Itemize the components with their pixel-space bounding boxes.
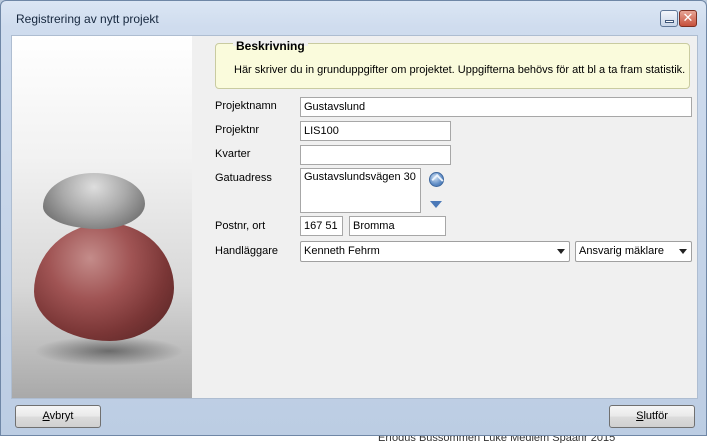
cancel-mnemonic: A [42,410,50,422]
postnr-ort-label: Postnr, ort [215,220,266,232]
red-stone [34,223,174,341]
ort-input[interactable]: Bromma [349,216,446,236]
chevron-down-icon [679,249,687,254]
description-title: Beskrivning [233,39,308,53]
postnr-input[interactable]: 167 51 [300,216,343,236]
finish-label: lutför [643,410,668,422]
address-expand-icon[interactable] [430,201,442,208]
grey-stone [43,173,145,229]
role-select[interactable]: Ansvarig mäklare [575,241,692,262]
handlaggare-select[interactable]: Kenneth Fehrm [300,241,570,262]
minimize-icon [664,20,674,23]
description-box: Beskrivning Här skriver du in grunduppgi… [215,39,690,89]
role-value: Ansvarig mäklare [579,245,664,257]
description-text: Här skriver du in grunduppgifter om proj… [234,64,686,76]
projektnamn-input[interactable]: Gustavslund [300,97,692,117]
gatuadress-label: Gatuadress [215,172,272,184]
stones-image [12,36,192,398]
dialog-window: Registrering av nytt projekt ✕ Beskrivni… [0,0,707,436]
window-title: Registrering av nytt projekt [16,12,159,26]
minimize-button[interactable] [660,10,678,27]
kvarter-input[interactable] [300,145,451,165]
close-icon: ✕ [682,11,694,26]
chevron-down-icon [557,249,565,254]
handlaggare-value: Kenneth Fehrm [304,245,380,257]
handlaggare-label: Handläggare [215,245,278,257]
cancel-button[interactable]: Avbryt [15,405,101,428]
kvarter-label: Kvarter [215,148,251,160]
title-bar[interactable]: Registrering av nytt projekt ✕ [1,1,706,35]
projektnamn-label: Projektnamn [215,100,277,112]
gatuadress-input[interactable]: Gustavslundsvägen 30 [300,168,421,213]
close-button[interactable]: ✕ [679,10,697,27]
dialog-content: Beskrivning Här skriver du in grunduppgi… [11,35,698,399]
projektnr-input[interactable]: LIS100 [300,121,451,141]
address-lookup-icon[interactable] [429,172,444,187]
cancel-label: vbryt [49,410,74,422]
projektnr-label: Projektnr [215,124,260,136]
finish-button[interactable]: Slutför [609,405,695,428]
